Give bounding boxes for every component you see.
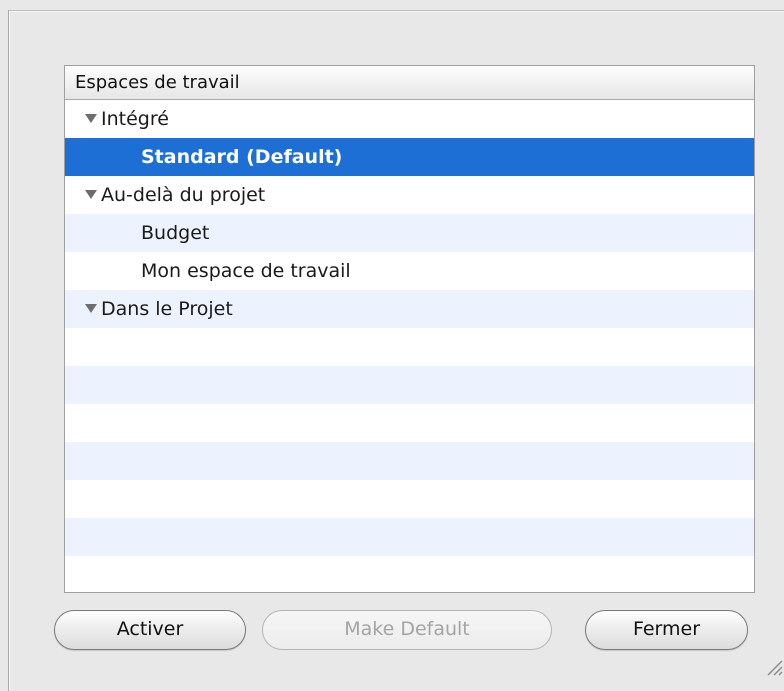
- workspace-row-standard[interactable]: Standard (Default): [65, 138, 754, 176]
- workspaces-table[interactable]: Espaces de travail Intégré Standard (Def…: [64, 65, 755, 593]
- make-default-button[interactable]: Make Default: [262, 610, 552, 650]
- empty-row: [65, 442, 754, 480]
- group-row-integre[interactable]: Intégré: [65, 100, 754, 138]
- activate-button[interactable]: Activer: [54, 610, 246, 650]
- table-rows: Intégré Standard (Default) Au-delà du pr…: [65, 100, 754, 593]
- group-label: Intégré: [101, 108, 169, 130]
- close-button[interactable]: Fermer: [585, 610, 748, 650]
- group-label: Dans le Projet: [101, 298, 233, 320]
- empty-row: [65, 518, 754, 556]
- disclosure-triangle-down-icon[interactable]: [85, 190, 97, 199]
- group-label: Au-delà du projet: [101, 184, 265, 206]
- empty-row: [65, 328, 754, 366]
- disclosure-triangle-down-icon[interactable]: [85, 114, 97, 123]
- workspace-label: Mon espace de travail: [65, 260, 351, 282]
- workspace-label: Budget: [65, 222, 209, 244]
- empty-row: [65, 480, 754, 518]
- group-row-dans-le-projet[interactable]: Dans le Projet: [65, 290, 754, 328]
- workspace-label: Standard (Default): [65, 146, 342, 168]
- resize-grip-icon[interactable]: [760, 653, 784, 677]
- empty-row: [65, 404, 754, 442]
- group-row-au-dela-du-projet[interactable]: Au-delà du projet: [65, 176, 754, 214]
- workspace-row-budget[interactable]: Budget: [65, 214, 754, 252]
- column-header-workspaces[interactable]: Espaces de travail: [65, 66, 754, 100]
- empty-row: [65, 366, 754, 404]
- workspaces-dialog: Espaces de travail Intégré Standard (Def…: [8, 10, 784, 691]
- empty-row: [65, 556, 754, 593]
- disclosure-triangle-down-icon[interactable]: [85, 304, 97, 313]
- workspace-row-mon-espace[interactable]: Mon espace de travail: [65, 252, 754, 290]
